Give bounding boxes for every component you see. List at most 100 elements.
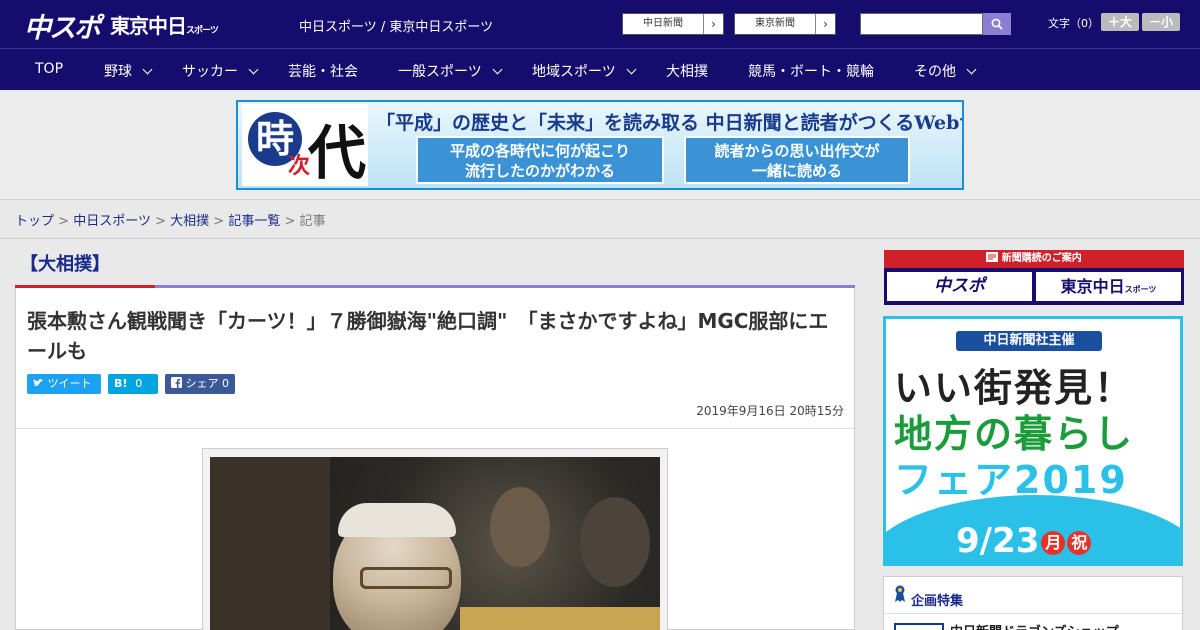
special-features-box: 企画特集 中日新聞ドラゴンズショップ (883, 576, 1183, 630)
banner-headline: 「平成」の歴史と「未来」を読み取る 中日新聞と読者がつくるWebサイト (376, 112, 964, 134)
fair-holiday: 祝 (1067, 530, 1092, 555)
banner-box-right-line1: 読者からの思い出作文が (714, 142, 880, 160)
nav-label: 地域スポーツ (532, 64, 616, 80)
chuspo-logo[interactable]: 中スポ (24, 6, 101, 45)
subscribe-tokyo-chunichi-button[interactable]: 東京中日スポーツ (1036, 272, 1181, 301)
article-photo-frame (202, 448, 668, 630)
dragons-shop-thumbnail[interactable] (894, 623, 944, 630)
font-larger-button[interactable]: ＋大 (1101, 13, 1139, 31)
fair-sponsor-tag: 中日新聞社主催 (956, 331, 1102, 351)
banner-box-left: 平成の各時代に何が起こり 流行したのかがわかる (416, 136, 664, 184)
nav-label: 一般スポーツ (398, 64, 482, 80)
fair-weekday: 月 (1041, 530, 1066, 555)
site-links[interactable]: 中日スポーツ / 東京中日スポーツ (299, 16, 493, 35)
breadcrumb-top[interactable]: トップ (15, 214, 54, 229)
nav-label: サッカー (182, 64, 238, 80)
breadcrumb-chunichi-sports[interactable]: 中日スポーツ (73, 214, 151, 229)
search-icon (991, 18, 1003, 30)
subscribe-tokyo-label: 東京中日 (1060, 277, 1125, 296)
chevron-down-icon (142, 64, 153, 75)
chevron-down-icon (492, 64, 503, 75)
nav-item-racing[interactable]: 競馬・ボート・競輪 (748, 61, 874, 81)
facebook-icon (171, 377, 182, 388)
tokyo-chunichi-logo-small: スポーツ (186, 26, 219, 36)
tokyo-chunichi-logo-text: 東京中日 (110, 14, 187, 38)
subscription-header-label: 新聞購読のご案内 (1001, 253, 1082, 264)
chevron-down-icon (966, 64, 977, 75)
twitter-icon (33, 378, 44, 387)
chunichi-shimbun-link[interactable]: 中日新聞 › (622, 13, 724, 35)
jidai-banner-ad[interactable]: 時 次 代 「平成」の歴史と「未来」を読み取る 中日新聞と読者がつくるWebサイ… (236, 100, 964, 190)
breadcrumb: トップ > 中日スポーツ > 大相撲 > 記事一覧 > 記事 (15, 210, 326, 229)
nav-item-soccer[interactable]: サッカー (182, 61, 259, 81)
facebook-share-button[interactable]: シェア 0 (165, 374, 235, 394)
facebook-share-label: シェア (185, 377, 219, 390)
tweet-label: ツイート (47, 377, 92, 390)
hatena-bookmark-button[interactable]: B! 0 (108, 374, 158, 394)
search-button[interactable] (983, 13, 1011, 35)
tweet-button[interactable]: ツイート (27, 374, 101, 394)
nav-item-general-sports[interactable]: 一般スポーツ (398, 61, 503, 81)
breadcrumb-article-list[interactable]: 記事一覧 (228, 214, 280, 229)
chevron-down-icon (248, 64, 259, 75)
nav-label: 競馬・ボート・競輪 (748, 64, 874, 80)
chevron-right-icon: › (815, 14, 835, 34)
nav-item-top[interactable]: TOP (35, 61, 63, 77)
fair-date-number: 9/23 (956, 521, 1040, 561)
breadcrumb-separator: > (284, 214, 296, 229)
article-date: 2019年9月16日 20時15分 (696, 404, 844, 418)
main-nav: TOP 野球 サッカー 芸能・社会 一般スポーツ 地域スポーツ 大相撲 競馬・ボ… (0, 48, 1200, 90)
nav-label: 芸能・社会 (288, 64, 358, 80)
banner-box-right-line2: 一緒に読める (751, 162, 842, 180)
article-category: 【大相撲】 (20, 254, 110, 275)
article-card: 張本勲さん観戦聞き「カーツ！」７勝御嶽海"絶口調" 「まさかですよね」MGC服部… (15, 288, 855, 630)
banner-box-right: 読者からの思い出作文が 一緒に読める (684, 136, 910, 184)
hatena-icon: B! (114, 377, 128, 390)
dragons-shop-link[interactable]: 中日新聞ドラゴンズショップ (950, 621, 1119, 630)
banner-box-left-line1: 平成の各時代に何が起こり (449, 142, 630, 160)
jidai-logo: 時 次 代 (242, 104, 368, 187)
breadcrumb-separator: > (58, 214, 70, 229)
breadcrumb-separator: > (213, 214, 225, 229)
font-smaller-button[interactable]: －小 (1142, 13, 1180, 31)
subscribe-tokyo-small: スポーツ (1124, 285, 1157, 294)
chunichi-shimbun-label: 中日新聞 (643, 18, 683, 29)
banner-area: 時 次 代 「平成」の歴史と「未来」を読み取る 中日新聞と読者がつくるWebサイ… (0, 90, 1200, 200)
article-title: 張本勲さん観戦聞き「カーツ！」７勝御嶽海"絶口調" 「まさかですよね」MGC服部… (27, 309, 829, 363)
search-input[interactable] (860, 13, 983, 35)
fair-date: 9/23 月祝 (956, 521, 1092, 561)
article-photo[interactable] (210, 457, 660, 630)
breadcrumb-current: 記事 (299, 214, 326, 229)
nav-item-sumo[interactable]: 大相撲 (666, 61, 708, 81)
tokyo-chunichi-logo[interactable]: 東京中日スポーツ (110, 10, 219, 39)
breadcrumb-separator: > (155, 214, 166, 229)
font-size-label: 文字（0） (1048, 17, 1099, 30)
photo-subject-glasses (360, 567, 452, 589)
tokyo-shimbun-link[interactable]: 東京新聞 › (734, 13, 836, 35)
chevron-down-icon (626, 64, 637, 75)
nav-item-baseball[interactable]: 野球 (104, 61, 153, 81)
nav-label: 大相撲 (666, 64, 708, 80)
photo-foreground (460, 607, 660, 630)
nav-item-other[interactable]: その他 (914, 61, 977, 81)
newspaper-icon (986, 252, 999, 262)
nav-item-entertainment[interactable]: 芸能・社会 (288, 61, 358, 81)
ribbon-icon (895, 585, 905, 602)
subscription-header: 新聞購読のご案内 (884, 250, 1184, 268)
jidai-logo-char2: 次 (288, 153, 311, 179)
subscription-guide: 新聞購読のご案内 中スポ 東京中日スポーツ (884, 250, 1184, 305)
photo-background-crowd (210, 457, 330, 630)
top-header: 中スポ 東京中日スポーツ 中日スポーツ / 東京中日スポーツ 中日新聞 › 東京… (0, 0, 1200, 48)
facebook-count: 0 (222, 377, 229, 390)
photo-background-face (490, 487, 550, 567)
breadcrumb-sumo[interactable]: 大相撲 (170, 214, 209, 229)
nav-item-local-sports[interactable]: 地域スポーツ (532, 61, 637, 81)
photo-subject-hair (338, 503, 456, 537)
hatena-count: 0 (135, 377, 143, 390)
tokyo-shimbun-label: 東京新聞 (755, 18, 795, 29)
nav-label: 野球 (104, 64, 132, 80)
local-life-fair-ad[interactable]: 中日新聞社主催 いい街発見！ 地方の暮らし フェア2019 9/23 月祝 (883, 316, 1183, 566)
subscribe-chuspo-button[interactable]: 中スポ (887, 272, 1032, 301)
divider (16, 428, 854, 429)
nav-label: その他 (914, 64, 956, 80)
